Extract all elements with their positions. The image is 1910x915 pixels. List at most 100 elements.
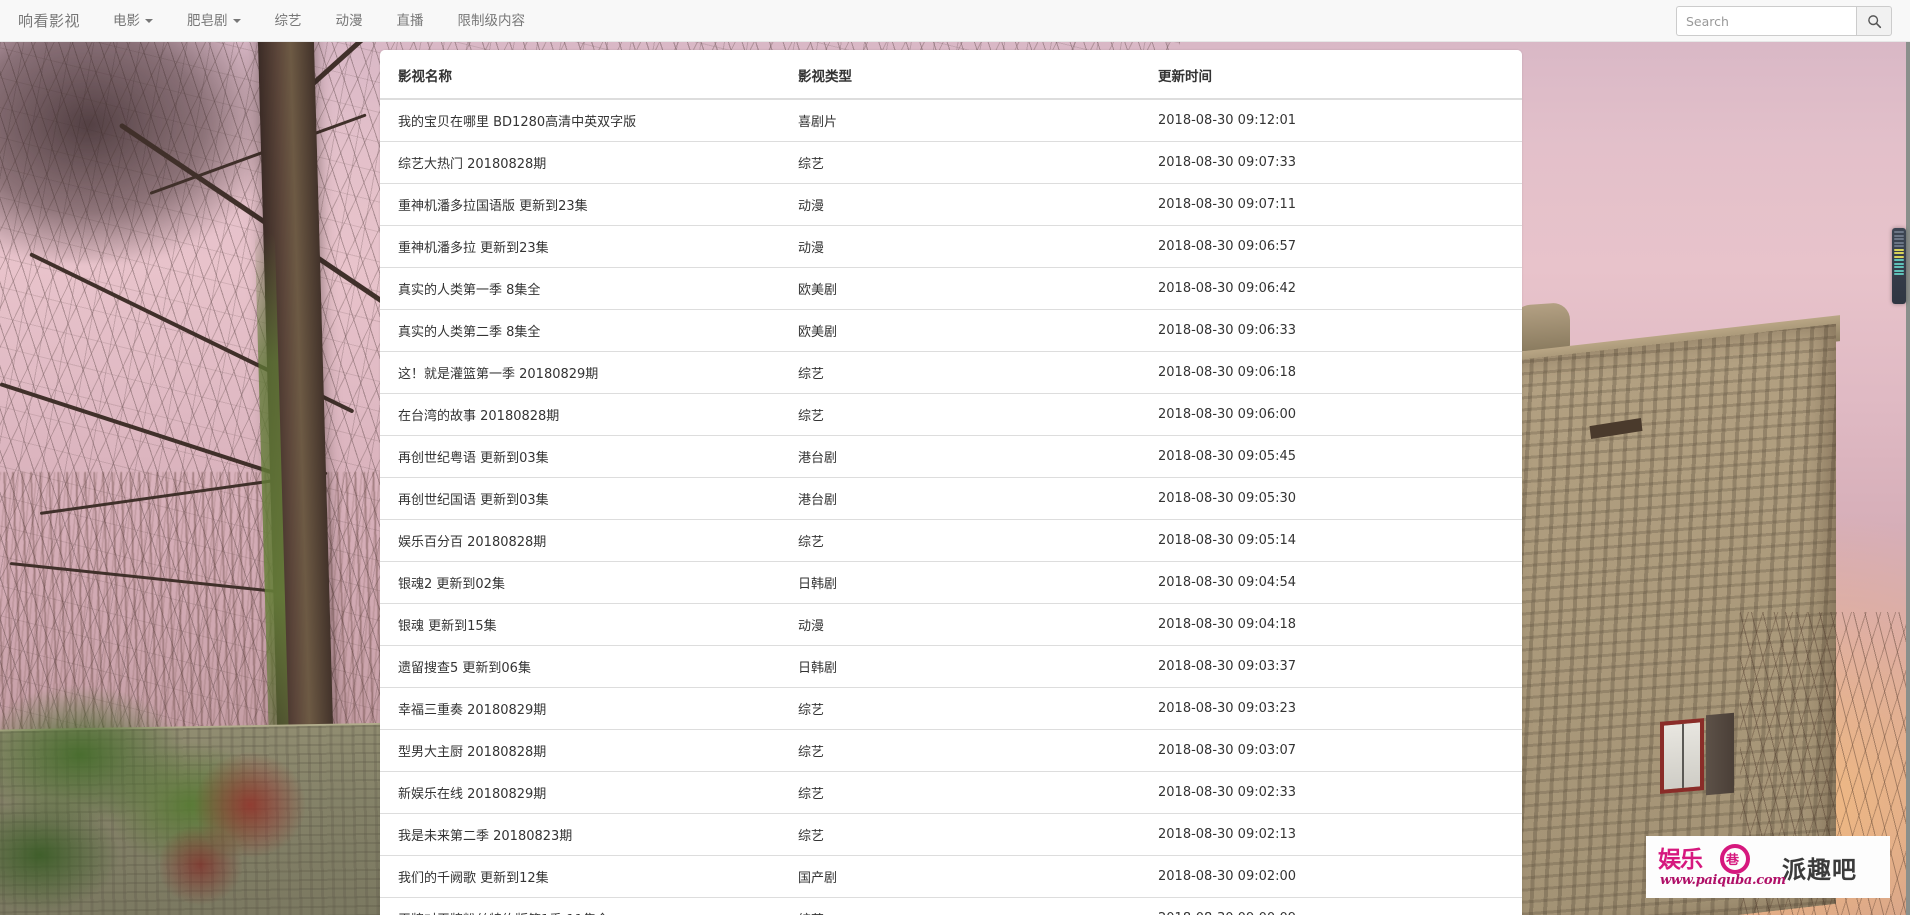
nav-item-label: 动漫: [335, 12, 363, 29]
nav-item-movies[interactable]: 电影: [96, 0, 170, 42]
movie-table-head: 影视名称 影视类型 更新时间: [380, 50, 1522, 100]
table-row[interactable]: 幸福三重奏 20180829期 综艺 2018-08-30 09:03:23: [380, 687, 1522, 730]
search-button[interactable]: [1856, 6, 1892, 36]
nav-item-variety[interactable]: 综艺: [258, 0, 319, 42]
movie-list-panel: 影视名称 影视类型 更新时间 我的宝贝在哪里 BD1280高清中英双字版 喜剧片 2…: [380, 50, 1522, 915]
table-row[interactable]: 真实的人类第二季 8集全 欧美剧 2018-08-30 09:06:33: [380, 309, 1522, 352]
nav-item-soap-drama[interactable]: 肥皂剧: [170, 0, 258, 42]
table-row[interactable]: 综艺大热门 20180828期 综艺 2018-08-30 09:07:33: [380, 141, 1522, 184]
cell-movie-name[interactable]: 型男大主厨 20180828期: [380, 729, 780, 772]
indicator-bar: [1894, 234, 1904, 237]
cell-movie-name[interactable]: 综艺大热门 20180828期: [380, 141, 780, 184]
cell-movie-type: 综艺: [780, 897, 1140, 915]
column-header-type[interactable]: 影视类型: [780, 50, 1140, 100]
table-row[interactable]: 重神机潘多拉 更新到23集 动漫 2018-08-30 09:06:57: [380, 225, 1522, 268]
cell-movie-name[interactable]: 重神机潘多拉 更新到23集: [380, 225, 780, 268]
nav-item-label: 综艺: [274, 12, 302, 29]
table-row[interactable]: 王牌对王牌粉丝特约版第1季 11集全综艺2018-08-30 09:00:09: [380, 897, 1522, 915]
indicator-bar: [1894, 262, 1904, 265]
search-group: [1676, 6, 1892, 36]
cell-movie-name[interactable]: 这！就是灌篮第一季 20180829期: [380, 351, 780, 394]
cell-movie-name[interactable]: 再创世纪国语 更新到03集: [380, 477, 780, 520]
table-row[interactable]: 真实的人类第一季 8集全 欧美剧 2018-08-30 09:06:42: [380, 267, 1522, 310]
table-row[interactable]: 我是未来第二季 20180823期 综艺 2018-08-30 09:02:13: [380, 813, 1522, 856]
indicator-bar: [1894, 255, 1904, 258]
cell-movie-type: 日韩剧: [780, 645, 1140, 688]
table-row[interactable]: 再创世纪国语 更新到03集 港台剧 2018-08-30 09:05:30: [380, 477, 1522, 520]
cell-movie-name[interactable]: 幸福三重奏 20180829期: [380, 687, 780, 730]
cell-movie-name[interactable]: 娱乐百分百 20180828期: [380, 519, 780, 562]
table-header-row: 影视名称 影视类型 更新时间: [380, 50, 1522, 100]
cell-update-time: 2018-08-30 09:04:18: [1140, 603, 1522, 646]
cell-movie-name[interactable]: 真实的人类第一季 8集全: [380, 267, 780, 310]
table-row[interactable]: 在台湾的故事 20180828期 综艺 2018-08-30 09:06:00: [380, 393, 1522, 436]
indicator-bar: [1894, 273, 1904, 275]
table-row[interactable]: 我的宝贝在哪里 BD1280高清中英双字版 喜剧片 2018-08-30 09:12…: [380, 99, 1522, 142]
indicator-bar: [1894, 241, 1904, 244]
cell-movie-type: 综艺: [780, 813, 1140, 856]
table-row[interactable]: 这！就是灌篮第一季 20180829期 综艺 2018-08-30 09:06:18: [380, 351, 1522, 394]
nav-item-anime[interactable]: 动漫: [319, 0, 380, 42]
cell-movie-type: 动漫: [780, 225, 1140, 268]
watermark-url: www.paiquba.com: [1660, 873, 1786, 888]
cell-movie-name[interactable]: 我们的千阙歌 更新到12集: [380, 855, 780, 898]
table-row[interactable]: 新娱乐在线 20180829期 综艺 2018-08-30 09:02:33: [380, 771, 1522, 814]
edge-level-indicator[interactable]: [1892, 228, 1906, 304]
cell-movie-name[interactable]: 遗留搜查5 更新到06集: [380, 645, 780, 688]
search-icon: [1867, 14, 1881, 28]
nav-menu: 电影 肥皂剧 综艺 动漫 直播 限制级内容: [96, 0, 542, 42]
cell-update-time: 2018-08-30 09:03:07: [1140, 729, 1522, 772]
table-row[interactable]: 再创世纪粤语 更新到03集 港台剧 2018-08-30 09:05:45: [380, 435, 1522, 478]
cell-movie-name[interactable]: 在台湾的故事 20180828期: [380, 393, 780, 436]
table-row[interactable]: 银魂2 更新到02集 日韩剧 2018-08-30 09:04:54: [380, 561, 1522, 604]
table-row[interactable]: 遗留搜查5 更新到06集 日韩剧 2018-08-30 09:03:37: [380, 645, 1522, 688]
cell-movie-type: 综艺: [780, 771, 1140, 814]
cell-update-time: 2018-08-30 09:03:37: [1140, 645, 1522, 688]
watermark-logo: 娱乐 巷 www.paiquba.com: [1654, 839, 1786, 895]
column-header-time[interactable]: 更新时间: [1140, 50, 1522, 100]
cell-update-time: 2018-08-30 09:02:00: [1140, 855, 1522, 898]
cell-movie-name[interactable]: 真实的人类第二季 8集全: [380, 309, 780, 352]
table-row[interactable]: 我们的千阙歌 更新到12集 国产剧 2018-08-30 09:02:00: [380, 855, 1522, 898]
cell-update-time: 2018-08-30 09:02:13: [1140, 813, 1522, 856]
cell-movie-name[interactable]: 银魂2 更新到02集: [380, 561, 780, 604]
cell-movie-type: 港台剧: [780, 477, 1140, 520]
cell-update-time: 2018-08-30 09:04:54: [1140, 561, 1522, 604]
cell-movie-type: 综艺: [780, 687, 1140, 730]
cell-update-time: 2018-08-30 09:06:18: [1140, 351, 1522, 394]
indicator-bar: [1894, 248, 1904, 251]
cell-movie-name[interactable]: 新娱乐在线 20180829期: [380, 771, 780, 814]
table-row[interactable]: 重神机潘多拉国语版 更新到23集 动漫 2018-08-30 09:07:11: [380, 183, 1522, 226]
nav-item-label: 限制级内容: [457, 12, 526, 29]
cell-movie-name[interactable]: 我是未来第二季 20180823期: [380, 813, 780, 856]
cell-movie-name[interactable]: 我的宝贝在哪里 BD1280高清中英双字版: [380, 99, 780, 142]
chevron-down-icon: [232, 18, 241, 23]
cell-movie-type: 欧美剧: [780, 309, 1140, 352]
nav-item-live[interactable]: 直播: [380, 0, 441, 42]
cell-movie-type: 综艺: [780, 519, 1140, 562]
site-watermark: 娱乐 巷 www.paiquba.com 派趣吧: [1646, 836, 1890, 898]
cell-movie-name[interactable]: 王牌对王牌粉丝特约版第1季 11集全: [380, 897, 780, 915]
table-row[interactable]: 娱乐百分百 20180828期 综艺 2018-08-30 09:05:14: [380, 519, 1522, 562]
page-scroll-gutter[interactable]: [1906, 42, 1910, 915]
cell-movie-type: 动漫: [780, 183, 1140, 226]
cell-update-time: 2018-08-30 09:07:33: [1140, 141, 1522, 184]
watermark-logo-text: 娱乐: [1658, 847, 1703, 873]
nav-item-restricted[interactable]: 限制级内容: [441, 0, 543, 42]
watermark-site-name: 派趣吧: [1782, 855, 1857, 884]
column-header-name[interactable]: 影视名称: [380, 50, 780, 100]
tower-window: [1660, 718, 1704, 794]
table-row[interactable]: 银魂 更新到15集 动漫 2018-08-30 09:04:18: [380, 603, 1522, 646]
cell-movie-name[interactable]: 银魂 更新到15集: [380, 603, 780, 646]
cell-movie-name[interactable]: 再创世纪粤语 更新到03集: [380, 435, 780, 478]
top-navbar: 响看影视 电影 肥皂剧 综艺 动漫 直播 限制级内容: [0, 0, 1910, 42]
cell-movie-type: 国产剧: [780, 855, 1140, 898]
cell-movie-type: 欧美剧: [780, 267, 1140, 310]
cell-movie-name[interactable]: 重神机潘多拉国语版 更新到23集: [380, 183, 780, 226]
indicator-bar: [1894, 231, 1904, 233]
cell-movie-type: 日韩剧: [780, 561, 1140, 604]
cell-update-time: 2018-08-30 09:07:11: [1140, 183, 1522, 226]
search-input[interactable]: [1676, 6, 1856, 36]
table-row[interactable]: 型男大主厨 20180828期 综艺 2018-08-30 09:03:07: [380, 729, 1522, 772]
site-brand[interactable]: 响看影视: [0, 10, 96, 31]
